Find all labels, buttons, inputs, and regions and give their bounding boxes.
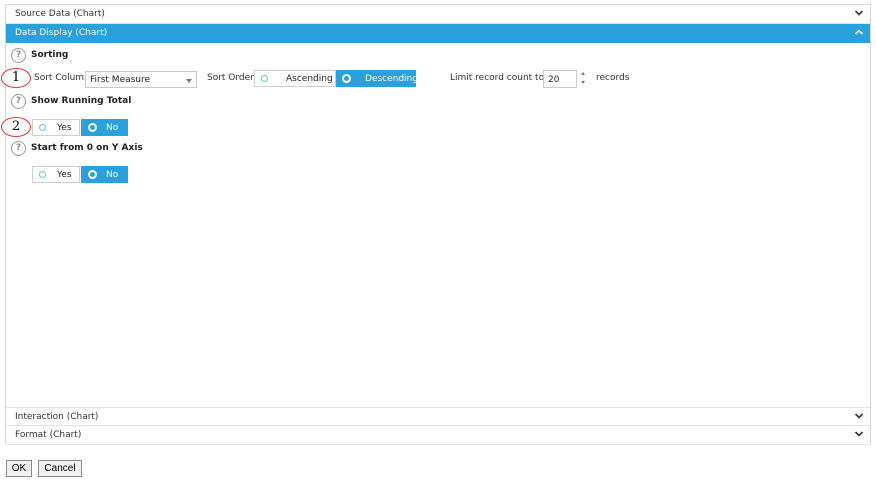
sort-ascending-label: Ascending — [286, 74, 333, 84]
spinner-icon[interactable] — [581, 71, 587, 85]
sorting-title: Sorting — [31, 50, 69, 60]
spinner-up-icon[interactable] — [581, 72, 585, 75]
accordion-data-display-label: Data Display (Chart) — [15, 28, 108, 38]
sort-ascending-option[interactable]: Ascending — [254, 70, 336, 87]
help-glyph: ? — [15, 50, 22, 60]
sort-column-value: First Measure — [90, 75, 151, 85]
dropdown-arrow-icon — [186, 79, 192, 83]
radio-dot-icon — [39, 171, 46, 178]
sort-descending-label: Descending — [365, 74, 418, 84]
running-total-no-label: No — [106, 123, 119, 133]
radio-dot-icon — [88, 123, 97, 132]
help-icon[interactable]: ? — [11, 48, 26, 63]
accordion-format[interactable]: Format (Chart) — [6, 426, 870, 445]
y-axis-zero-no-option[interactable]: No — [81, 166, 128, 183]
help-glyph: ? — [15, 143, 22, 153]
radio-dot-icon — [88, 170, 97, 179]
y-axis-zero-yes-option[interactable]: Yes — [32, 166, 80, 183]
radio-dot-icon — [39, 124, 46, 131]
help-glyph: ? — [15, 96, 22, 106]
cancel-button[interactable]: Cancel — [38, 460, 82, 477]
help-icon[interactable]: ? — [11, 94, 26, 109]
callout-number-1: 1 — [11, 70, 21, 85]
running-total-title: Show Running Total — [31, 96, 132, 106]
sort-column-select[interactable]: First Measure — [85, 71, 197, 88]
chevron-down-icon — [854, 10, 864, 16]
callout-marker-1: 1 — [1, 68, 31, 88]
spinner-down-icon[interactable] — [581, 81, 585, 84]
chevron-down-icon — [854, 431, 864, 437]
chevron-up-icon — [854, 29, 864, 35]
y-axis-zero-title: Start from 0 on Y Axis — [31, 143, 143, 153]
accordion-data-display[interactable]: Data Display (Chart) — [6, 24, 870, 43]
running-total-yes-label: Yes — [57, 123, 72, 133]
sort-column-label: Sort Column — [34, 73, 90, 83]
accordion-source-data[interactable]: Source Data (Chart) — [6, 5, 870, 24]
callout-marker-2: 2 — [1, 117, 31, 137]
properties-panel: Source Data (Chart) Data Display (Chart)… — [1, 4, 871, 445]
running-total-no-option[interactable]: No — [81, 119, 128, 136]
radio-dot-icon — [342, 74, 351, 83]
ok-button[interactable]: OK — [6, 460, 32, 477]
y-axis-zero-no-label: No — [106, 170, 119, 180]
accordion-source-data-label: Source Data (Chart) — [15, 9, 105, 19]
limit-record-label: Limit record count to — [450, 73, 545, 83]
accordion-interaction[interactable]: Interaction (Chart) — [6, 407, 870, 426]
sort-order-label: Sort Order — [207, 73, 254, 83]
y-axis-zero-yes-label: Yes — [57, 170, 72, 180]
chevron-down-icon — [854, 413, 864, 419]
limit-record-input[interactable]: 20 — [543, 70, 577, 88]
accordion-format-label: Format (Chart) — [15, 430, 82, 440]
running-total-yes-option[interactable]: Yes — [32, 119, 80, 136]
radio-dot-icon — [261, 75, 268, 82]
limit-record-value: 20 — [548, 75, 560, 85]
help-icon[interactable]: ? — [11, 141, 26, 156]
accordion-interaction-label: Interaction (Chart) — [15, 412, 99, 422]
records-label: records — [596, 73, 630, 83]
sort-descending-option[interactable]: Descending — [336, 70, 418, 87]
callout-number-2: 2 — [11, 119, 21, 134]
